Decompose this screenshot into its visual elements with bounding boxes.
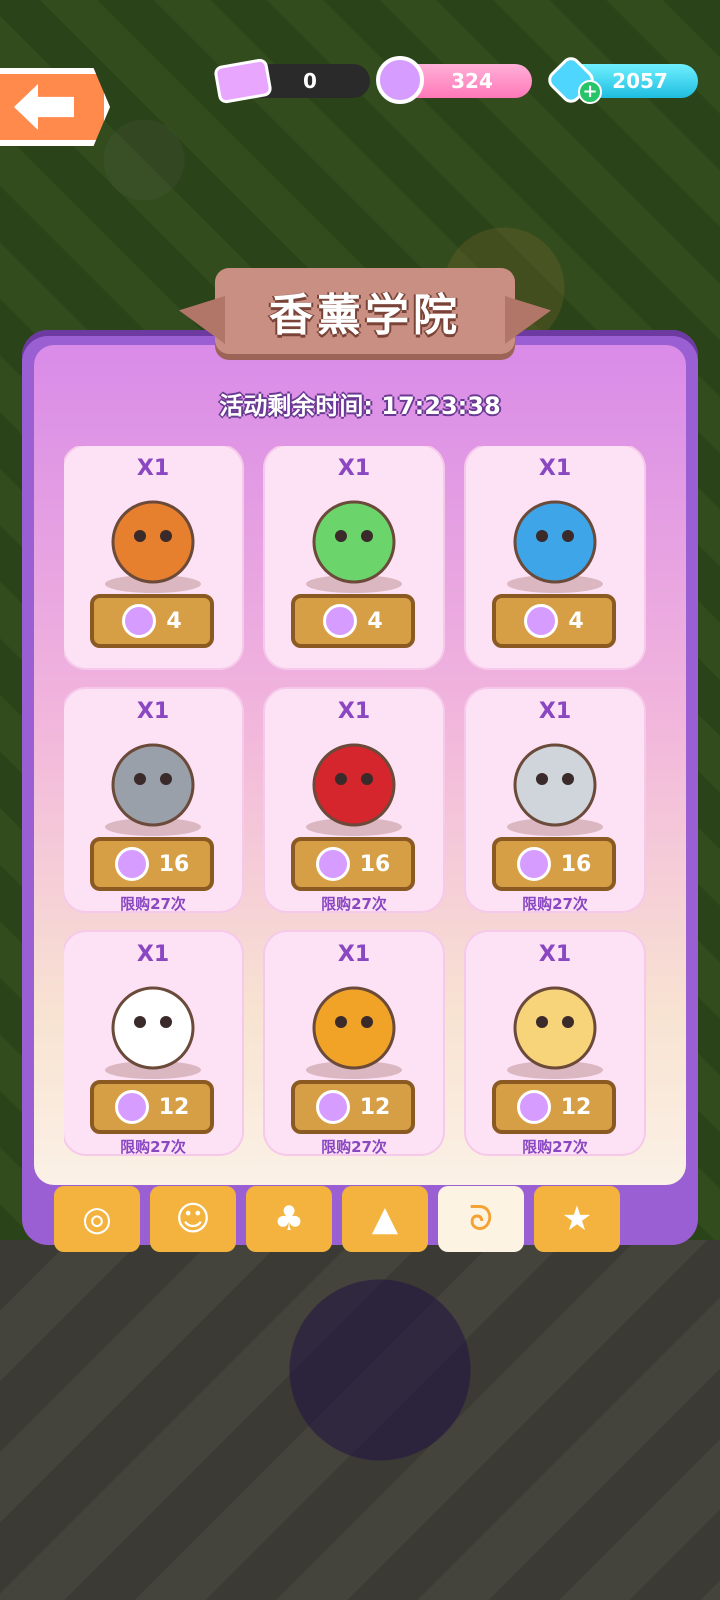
feather-icon (114, 1090, 149, 1124)
title-banner: 香薰学院 (215, 268, 515, 354)
red-hair-cat-character-icon (295, 729, 413, 839)
feather-icon (323, 604, 358, 638)
page-title: 香薰学院 (269, 290, 461, 341)
feather-icon (516, 1090, 551, 1124)
purchase-limit: 限购27次 (321, 1138, 387, 1156)
buy-button[interactable]: 12 (90, 1080, 214, 1134)
shop-item-card[interactable]: X1 12 限购27次 (265, 932, 443, 1156)
tab-swirl-cloud[interactable]: ◎ (54, 1186, 140, 1252)
feather-icon (524, 604, 559, 638)
item-quantity: X1 (538, 942, 572, 967)
ticket-counter: 0 (213, 57, 370, 105)
purchase-limit: 限购27次 (120, 895, 186, 913)
mushroom-icon (94, 486, 212, 596)
purchase-limit: 限购27次 (321, 895, 387, 913)
buy-button[interactable]: 16 (492, 837, 616, 891)
shop-item-card[interactable]: X1 16 限购27次 (265, 689, 443, 913)
tree-icon: ♣ (273, 1199, 305, 1239)
back-arrow-icon (14, 84, 74, 130)
item-quantity: X1 (136, 699, 170, 724)
item-price: 4 (568, 608, 584, 634)
item-quantity: X1 (337, 942, 371, 967)
buy-button[interactable]: 12 (291, 1080, 415, 1134)
bunny-character-icon (496, 972, 614, 1082)
purchase-limit: 限购27次 (522, 1138, 588, 1156)
item-price: 12 (359, 1094, 391, 1120)
buy-button[interactable]: 12 (492, 1080, 616, 1134)
item-price: 12 (158, 1094, 190, 1120)
purchase-limit: 限购27次 (120, 1138, 186, 1156)
lego-house-icon (496, 486, 614, 596)
ticket-icon (213, 57, 273, 105)
purchase-limit: 限购27次 (522, 895, 588, 913)
tab-snail-bag[interactable]: ᘐ (438, 1186, 524, 1252)
item-grid[interactable]: X1 4 X1 4 X1 4 X1 16 限购27次 X1 16 限购27次 X1 16 限购27次 X1 12… (64, 446, 664, 1168)
buy-button[interactable]: 16 (90, 837, 214, 891)
buy-button[interactable]: 16 (291, 837, 415, 891)
item-price: 16 (359, 851, 391, 877)
item-quantity: X1 (337, 699, 371, 724)
item-quantity: X1 (136, 942, 170, 967)
feather-counter: 324 (376, 56, 532, 104)
feather-icon (315, 1090, 350, 1124)
category-tabs: ◎ ☺ ♣ ▲ ᘐ ★ (54, 1186, 630, 1252)
tab-star-paw[interactable]: ★ (534, 1186, 620, 1252)
tab-cat-head[interactable]: ▲ (342, 1186, 428, 1252)
shop-item-card[interactable]: X1 16 限购27次 (64, 689, 242, 913)
shop-item-card[interactable]: X1 4 (64, 446, 242, 668)
shop-item-card[interactable]: X1 12 限购27次 (466, 932, 644, 1156)
item-quantity: X1 (538, 456, 572, 481)
back-button[interactable] (0, 68, 110, 146)
cat-head-icon: ▲ (371, 1199, 399, 1239)
feather-count: 324 (451, 69, 493, 93)
tab-tree[interactable]: ♣ (246, 1186, 332, 1252)
item-price: 4 (166, 608, 182, 634)
item-quantity: X1 (136, 456, 170, 481)
ticket-count: 0 (303, 69, 317, 93)
event-timer: 活动剩余时间: 17:23:38 (219, 392, 501, 420)
feather-icon (122, 604, 157, 638)
feather-icon (376, 56, 424, 104)
snail-bag-icon: ᘐ (469, 1199, 493, 1239)
white-duck-character-icon (94, 972, 212, 1082)
bird-character-icon (496, 729, 614, 839)
raccoon-character-icon (94, 729, 212, 839)
item-price: 12 (560, 1094, 592, 1120)
star-paw-icon: ★ (561, 1199, 593, 1239)
gem-counter[interactable]: + 2057 (544, 53, 698, 107)
swirl-cloud-icon: ◎ (82, 1199, 112, 1239)
two-faces-icon: ☺ (175, 1199, 211, 1239)
item-price: 16 (158, 851, 190, 877)
item-quantity: X1 (538, 699, 572, 724)
buy-button[interactable]: 4 (492, 594, 616, 648)
paper-frog-icon (295, 486, 413, 596)
item-price: 4 (367, 608, 383, 634)
shop-item-card[interactable]: X1 4 (466, 446, 644, 668)
item-quantity: X1 (337, 456, 371, 481)
shop-item-card[interactable]: X1 16 限购27次 (466, 689, 644, 913)
shop-item-card[interactable]: X1 4 (265, 446, 443, 668)
feather-icon (315, 847, 350, 881)
orange-lizard-character-icon (295, 972, 413, 1082)
gem-count: 2057 (612, 69, 668, 93)
buy-button[interactable]: 4 (90, 594, 214, 648)
buy-button[interactable]: 4 (291, 594, 415, 648)
shop-item-card[interactable]: X1 12 限购27次 (64, 932, 242, 1156)
feather-icon (114, 847, 149, 881)
tab-two-faces[interactable]: ☺ (150, 1186, 236, 1252)
feather-icon (516, 847, 551, 881)
item-price: 16 (560, 851, 592, 877)
